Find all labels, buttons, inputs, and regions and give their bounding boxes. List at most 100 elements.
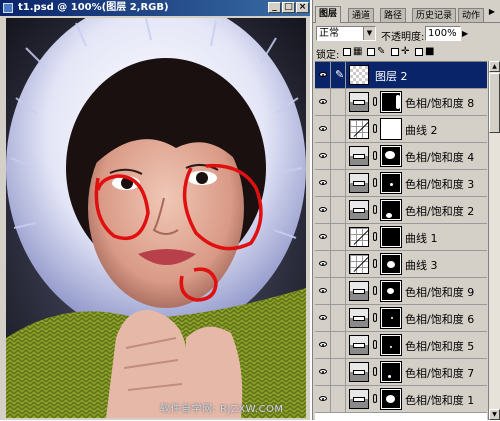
blend-mode-select[interactable]: 正常 ▼: [316, 26, 376, 41]
layer-row[interactable]: 色相/饱和度 1: [315, 386, 487, 413]
lock-move-checkbox[interactable]: [391, 48, 399, 56]
chevron-down-icon[interactable]: ▼: [363, 27, 375, 40]
tab-layers[interactable]: 图层: [315, 6, 342, 23]
layer-name: 色相/饱和度 2: [405, 205, 475, 218]
layer-link-cell[interactable]: [332, 251, 346, 277]
layer-link-cell[interactable]: [332, 197, 346, 223]
visibility-toggle[interactable]: [315, 62, 331, 88]
panel-menu-icon[interactable]: ▶: [487, 7, 497, 17]
layer-mask-thumbnail[interactable]: [380, 388, 402, 410]
layer-link-cell[interactable]: [332, 116, 346, 142]
document-titlebar[interactable]: t1.psd @ 100%(图层 2,RGB) _ □ ×: [0, 0, 310, 16]
lock-transparent-icon: ▦: [353, 46, 363, 57]
lock-label: 锁定:: [316, 50, 340, 61]
layer-mask-thumbnail[interactable]: [380, 361, 402, 383]
visibility-toggle[interactable]: [315, 332, 331, 358]
eye-icon: [319, 369, 327, 374]
tab-history[interactable]: 历史记录: [412, 8, 457, 22]
layer-link-cell[interactable]: [332, 305, 346, 331]
layer-mask-thumbnail[interactable]: [380, 226, 402, 248]
layer-mask-thumbnail[interactable]: [380, 172, 402, 194]
eye-icon: [319, 234, 327, 239]
visibility-toggle[interactable]: [315, 89, 331, 115]
layer-link-cell[interactable]: [332, 386, 346, 412]
blend-options-row: 正常 ▼ 不透明度: 100% ▶: [313, 25, 500, 43]
eye-icon: [319, 99, 327, 104]
layer-row[interactable]: ✎ 图层 2: [315, 62, 487, 89]
tab-paths[interactable]: 路径: [380, 8, 407, 22]
layer-row[interactable]: 色相/饱和度 7: [315, 359, 487, 386]
visibility-toggle[interactable]: [315, 359, 331, 385]
layer-row[interactable]: 色相/饱和度 5: [315, 332, 487, 359]
panel-tab-bar: 图层 通道 路径 历史记录 动作: [313, 6, 500, 23]
layer-link-cell[interactable]: [332, 359, 346, 385]
opacity-input[interactable]: 100%: [425, 26, 461, 41]
layer-link-cell[interactable]: ✎: [332, 62, 346, 88]
layers-panel[interactable]: 图层 通道 路径 历史记录 动作 ▶ 正常 ▼ 不透明度: 100% ▶ 锁定:…: [312, 0, 500, 421]
layer-mask-thumbnail[interactable]: [380, 253, 402, 275]
visibility-toggle[interactable]: [315, 251, 331, 277]
scroll-down-icon[interactable]: ▼: [489, 409, 500, 420]
layer-row[interactable]: 曲线 3: [315, 251, 487, 278]
layer-link-cell[interactable]: [332, 332, 346, 358]
layer-mask-thumbnail[interactable]: [380, 307, 402, 329]
layer-link-cell[interactable]: [332, 170, 346, 196]
layer-mask-thumbnail[interactable]: [380, 145, 402, 167]
visibility-toggle[interactable]: [315, 116, 331, 142]
layer-mask-thumbnail[interactable]: [380, 280, 402, 302]
opacity-slider-arrow-icon[interactable]: ▶: [462, 29, 468, 38]
tab-actions[interactable]: 动作: [458, 8, 485, 22]
eye-icon: [319, 261, 327, 266]
visibility-toggle[interactable]: [315, 386, 331, 412]
visibility-toggle[interactable]: [315, 224, 331, 250]
visibility-toggle[interactable]: [315, 170, 331, 196]
close-button[interactable]: ×: [296, 2, 309, 13]
scroll-thumb[interactable]: [489, 73, 500, 133]
hue-saturation-icon: [349, 308, 369, 328]
layer-list[interactable]: ✎ 图层 2 色相/饱和度 8 曲线 2 色相/饱和度 4 色相/饱和度 3 色…: [315, 61, 487, 421]
layer-row[interactable]: 色相/饱和度 8: [315, 89, 487, 116]
visibility-toggle[interactable]: [315, 305, 331, 331]
minimize-button[interactable]: _: [268, 2, 281, 13]
visibility-toggle[interactable]: [315, 278, 331, 304]
lock-all-checkbox[interactable]: [415, 48, 423, 56]
scroll-up-icon[interactable]: ▲: [489, 61, 500, 72]
layer-row[interactable]: 色相/饱和度 3: [315, 170, 487, 197]
layer-row[interactable]: 色相/饱和度 4: [315, 143, 487, 170]
document-title: t1.psd @ 100%(图层 2,RGB): [18, 2, 169, 13]
layer-link-cell[interactable]: [332, 89, 346, 115]
layer-list-scrollbar[interactable]: ▲ ▼: [488, 61, 500, 420]
eye-icon: [319, 126, 327, 131]
eye-icon: [319, 315, 327, 320]
hue-saturation-icon: [349, 362, 369, 382]
chain-link-icon: [373, 97, 377, 106]
layer-mask-thumbnail[interactable]: [380, 199, 402, 221]
hue-saturation-icon: [349, 389, 369, 409]
lock-brush-icon: ✎: [377, 46, 386, 57]
document-window[interactable]: t1.psd @ 100%(图层 2,RGB) _ □ × 软件自学网: RJZ…: [0, 0, 310, 420]
layer-link-cell[interactable]: [332, 278, 346, 304]
layer-mask-thumbnail[interactable]: [380, 334, 402, 356]
layer-row[interactable]: 色相/饱和度 9: [315, 278, 487, 305]
hue-saturation-icon: [349, 146, 369, 166]
layer-row[interactable]: 曲线 2: [315, 116, 487, 143]
layer-link-cell[interactable]: [332, 224, 346, 250]
layer-row[interactable]: 色相/饱和度 6: [315, 305, 487, 332]
lock-transparent-checkbox[interactable]: [343, 48, 351, 56]
tab-channels[interactable]: 通道: [348, 8, 375, 22]
visibility-toggle[interactable]: [315, 197, 331, 223]
lock-brush-checkbox[interactable]: [367, 48, 375, 56]
lock-row: 锁定: ▦ ✎ ✛ ■: [313, 44, 500, 61]
eye-icon: [319, 342, 327, 347]
layer-row[interactable]: 曲线 1: [315, 224, 487, 251]
document-canvas[interactable]: [6, 18, 306, 418]
hue-saturation-icon: [349, 200, 369, 220]
visibility-toggle[interactable]: [315, 143, 331, 169]
layer-link-cell[interactable]: [332, 143, 346, 169]
layer-mask-thumbnail[interactable]: [380, 91, 402, 113]
eye-icon: [319, 207, 327, 212]
layer-row[interactable]: 色相/饱和度 2: [315, 197, 487, 224]
eye-icon: [319, 153, 327, 158]
maximize-button[interactable]: □: [282, 2, 295, 13]
layer-mask-thumbnail[interactable]: [380, 118, 402, 140]
